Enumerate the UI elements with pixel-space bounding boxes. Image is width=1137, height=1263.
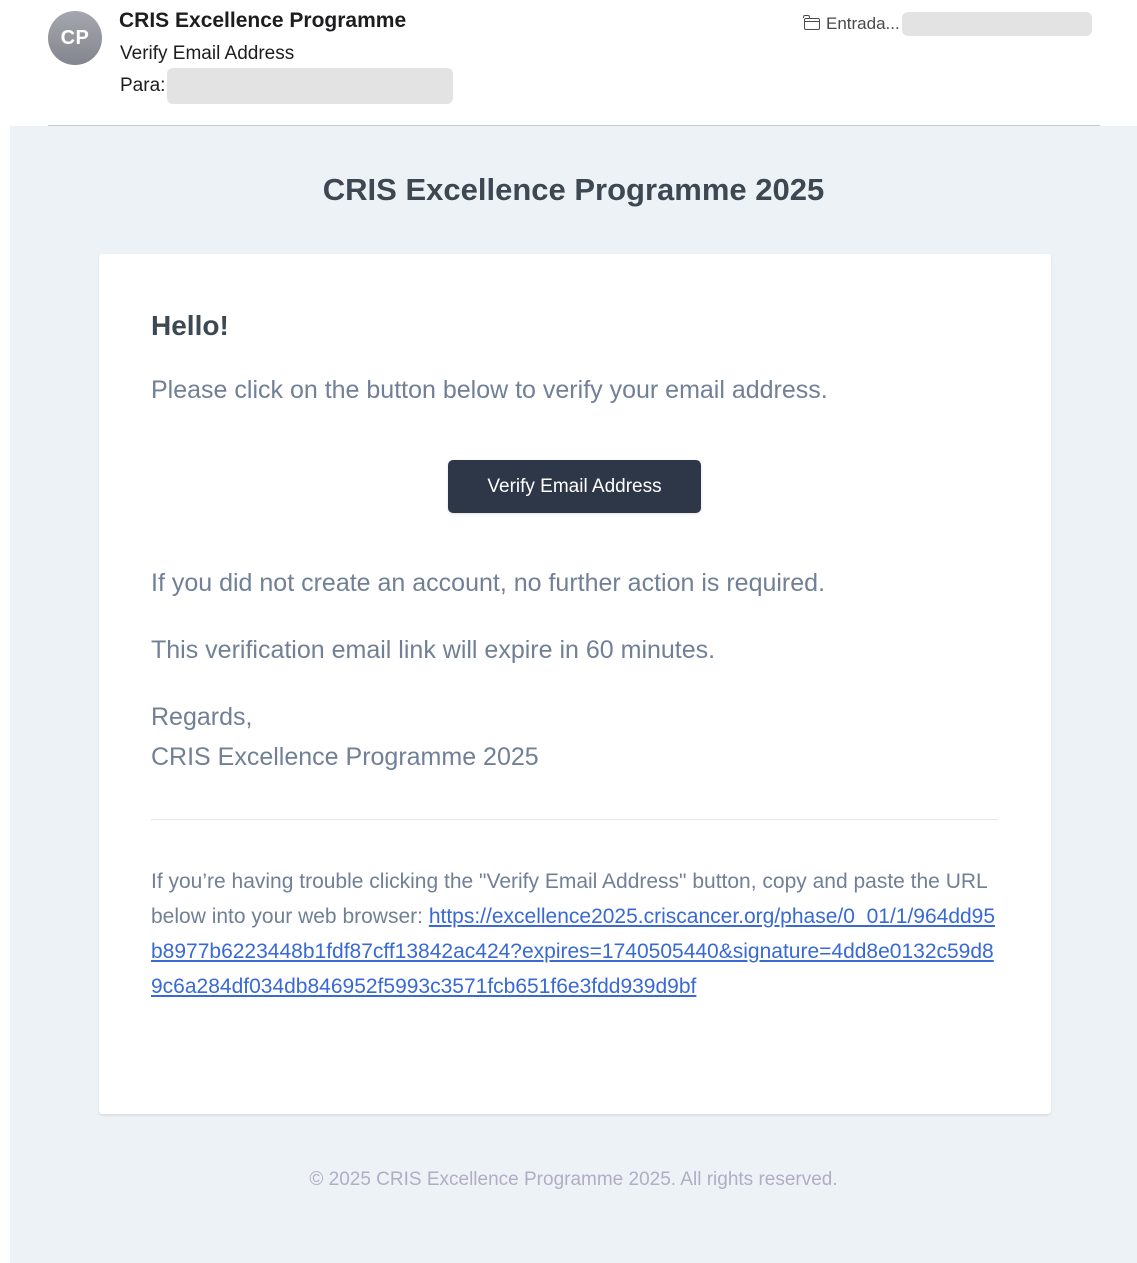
email-card: Hello! Please click on the button below … bbox=[99, 254, 1051, 1114]
signature-text: CRIS Excellence Programme 2025 bbox=[151, 743, 539, 771]
mailbox-label: Entrada... bbox=[826, 14, 900, 33]
expiry-text: This verification email link will expire… bbox=[151, 636, 716, 664]
sender-avatar: CP bbox=[48, 11, 102, 65]
to-label: Para: bbox=[120, 75, 166, 96]
mailbox-indicator[interactable]: Entrada... bbox=[803, 11, 1092, 37]
email-title: CRIS Excellence Programme 2025 bbox=[322, 172, 825, 207]
recipient-row: Para: bbox=[120, 68, 454, 104]
email-footer: © 2025 CRIS Excellence Programme 2025. A… bbox=[309, 1169, 838, 1190]
regards-text: Regards, bbox=[151, 703, 253, 731]
folder-icon bbox=[803, 15, 820, 30]
redacted-recipient bbox=[167, 68, 454, 104]
intro-text: Please click on the button below to veri… bbox=[151, 376, 828, 404]
redacted-mailbox bbox=[901, 12, 1092, 36]
card-divider bbox=[151, 819, 998, 820]
greeting: Hello! bbox=[151, 310, 229, 341]
subcopy: If you’re having trouble clicking the "V… bbox=[151, 864, 1001, 1004]
email-header: CP CRIS Excellence Programme Verify Emai… bbox=[0, 0, 1137, 126]
no-action-text: If you did not create an account, no fur… bbox=[151, 569, 826, 597]
email-subject: Verify Email Address bbox=[120, 43, 295, 64]
email-body: CRIS Excellence Programme 2025 Hello! Pl… bbox=[10, 126, 1137, 1263]
sender-name: CRIS Excellence Programme bbox=[119, 9, 407, 32]
verify-email-button[interactable]: Verify Email Address bbox=[448, 460, 701, 513]
